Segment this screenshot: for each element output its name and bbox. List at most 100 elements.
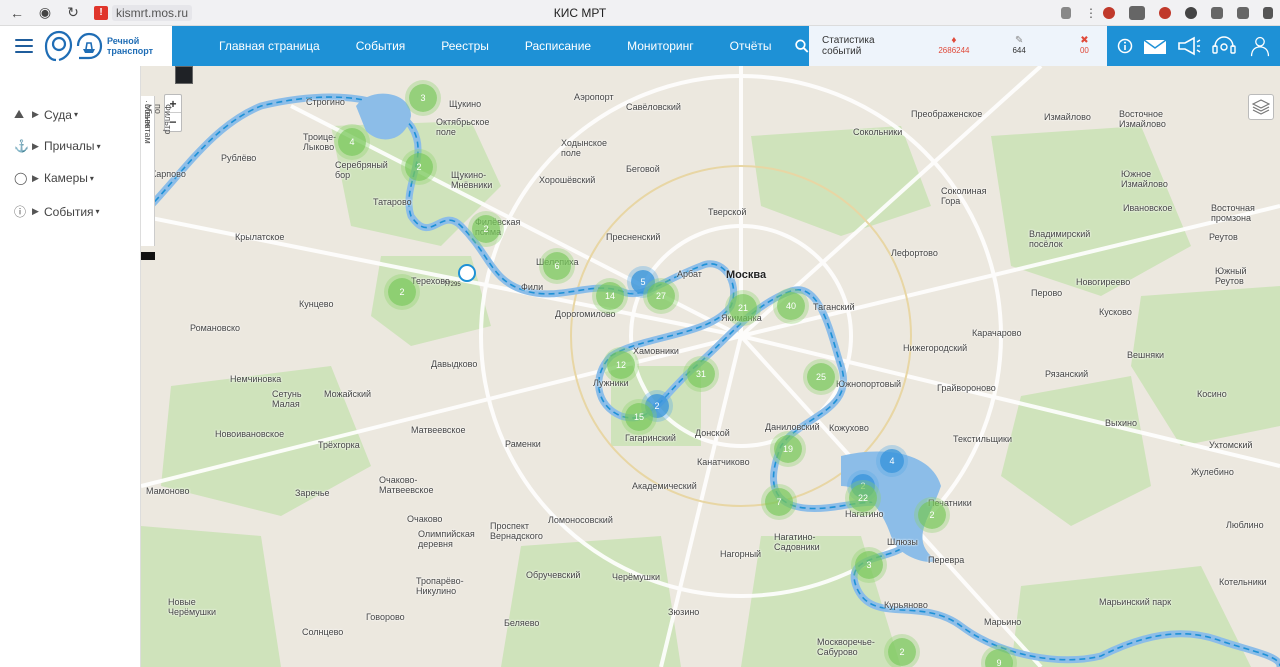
extension-icon[interactable] bbox=[1211, 7, 1223, 19]
map-label: Преображенское bbox=[911, 109, 983, 119]
vessel-cluster[interactable]: 22 bbox=[849, 484, 877, 512]
sidebar-item-label: Камеры bbox=[44, 171, 88, 185]
tab-title: КИС МРТ bbox=[553, 5, 607, 20]
menu-icon[interactable] bbox=[15, 39, 33, 53]
expand-icon[interactable]: ▶ bbox=[32, 173, 44, 184]
map-label: Академический bbox=[632, 481, 697, 491]
map-label: Нагатино-Садовники bbox=[774, 532, 820, 552]
map-label: Мамоново bbox=[146, 486, 190, 496]
vessel-cluster[interactable]: 27 bbox=[647, 282, 675, 310]
berth-marker[interactable] bbox=[458, 264, 476, 282]
logo-area: Речной транспорт bbox=[0, 26, 172, 66]
browser-toolbar: ← ◉ ↻ ! kismrt.mos.ru КИС МРТ ⋮ bbox=[0, 0, 1280, 26]
map-label: Измайлово bbox=[1044, 112, 1091, 122]
vessel-cluster[interactable]: 2 bbox=[918, 501, 946, 529]
map-label: Щукино-Мнёвники bbox=[451, 170, 493, 190]
info-icon: ⓘ bbox=[14, 205, 27, 219]
vessel-cluster[interactable]: 2 bbox=[405, 153, 433, 181]
filter-panel-tab[interactable]: Меню · Фильтр по объектам bbox=[141, 96, 173, 260]
map-label: Грайвороново bbox=[937, 383, 996, 393]
vessel-cluster[interactable]: 40 bbox=[777, 292, 805, 320]
mail-icon[interactable] bbox=[1143, 35, 1167, 57]
map-label: Сетунь Малая bbox=[272, 389, 302, 409]
map-label: Хамовники bbox=[633, 346, 679, 356]
nav-registries[interactable]: Реестры bbox=[423, 39, 507, 53]
map-view[interactable]: Аэропорт Савёловский Строгино Щукино Окт… bbox=[141, 66, 1280, 667]
map-label: Текстильщики bbox=[953, 434, 1013, 444]
layers-button[interactable] bbox=[1248, 94, 1274, 120]
vessel-cluster[interactable]: 25 bbox=[807, 363, 835, 391]
nav-reports[interactable]: Отчёты bbox=[712, 39, 790, 53]
search-icon[interactable] bbox=[794, 37, 809, 55]
map-label: Косино bbox=[1197, 389, 1227, 399]
info-icon[interactable] bbox=[1117, 35, 1133, 57]
vessel-cluster[interactable]: 2 bbox=[388, 278, 416, 306]
map-label: Троице-Лыково bbox=[303, 132, 337, 152]
nav-events[interactable]: События bbox=[338, 39, 424, 53]
operator-icon[interactable] bbox=[1211, 35, 1237, 57]
map-label: Новые Черёмушки bbox=[168, 597, 216, 617]
caret-down-icon: ▾ bbox=[89, 173, 94, 183]
map-label: Новогиреево bbox=[1076, 277, 1131, 287]
map-label: Татарово bbox=[373, 197, 412, 207]
map-label: Зюзино bbox=[668, 607, 700, 617]
vessel-cluster[interactable]: 21 bbox=[729, 294, 757, 322]
vessel-cluster[interactable]: 12 bbox=[607, 351, 635, 379]
extension-icon[interactable] bbox=[1129, 6, 1145, 20]
map-label: Черёмушки bbox=[612, 572, 660, 582]
nav-schedule[interactable]: Расписание bbox=[507, 39, 609, 53]
map-label: Шлюзы bbox=[887, 537, 918, 547]
vessel-cluster[interactable]: 3 bbox=[409, 84, 437, 112]
berth-label: 77295 bbox=[444, 282, 461, 288]
map-label: Южнопортовый bbox=[836, 379, 902, 389]
vessel-cluster[interactable]: 2 bbox=[888, 638, 916, 666]
extension-icon[interactable] bbox=[1103, 7, 1115, 19]
vessel-cluster[interactable]: 15 bbox=[625, 403, 653, 431]
filter-tab-label: Меню · Фильтр по объектам bbox=[142, 100, 173, 144]
stat-repairs[interactable]: ✖ 00 bbox=[1062, 36, 1107, 56]
map-label: Фили bbox=[521, 282, 544, 292]
vessel-cluster[interactable]: 4 bbox=[338, 128, 366, 156]
map-label: Канатчиково bbox=[697, 457, 750, 467]
sidebar-item-cameras[interactable]: ◯ ▶ Камеры ▾ bbox=[14, 171, 94, 185]
map-label: Пресненский bbox=[606, 232, 661, 242]
sidebar-item-berths[interactable]: ⚓ ▶ Причалы ▾ bbox=[14, 139, 101, 153]
map-label: Кусково bbox=[1099, 307, 1132, 317]
extension-icon[interactable] bbox=[1237, 7, 1249, 19]
vessel-cluster[interactable]: 3 bbox=[855, 551, 883, 579]
nav-home[interactable]: Главная страница bbox=[172, 39, 338, 53]
extension-icon[interactable] bbox=[1185, 7, 1197, 19]
grid-toggle-button[interactable] bbox=[175, 66, 193, 84]
vessel-cluster[interactable]: 7 bbox=[765, 488, 793, 516]
megaphone-icon[interactable] bbox=[1177, 35, 1201, 57]
map-label: Аэропорт bbox=[574, 92, 614, 102]
map-label: Трёхгорка bbox=[318, 440, 360, 450]
extension-icon[interactable] bbox=[1159, 7, 1171, 19]
vessel-cluster[interactable]: 14 bbox=[596, 282, 624, 310]
expand-icon[interactable]: ▶ bbox=[32, 206, 44, 217]
vessel-cluster[interactable]: 19 bbox=[774, 435, 802, 463]
map-label: Савёловский bbox=[626, 102, 681, 112]
stat-notifications[interactable]: ♦ 2686244 bbox=[931, 36, 976, 56]
expand-icon[interactable]: ▶ bbox=[32, 109, 44, 120]
map-label: Перово bbox=[1031, 288, 1063, 298]
stat-edits[interactable]: ✎ 644 bbox=[997, 36, 1042, 56]
map-label: Нагорный bbox=[720, 549, 762, 559]
expand-icon[interactable]: ▶ bbox=[32, 141, 44, 152]
city-label: Москва bbox=[726, 269, 767, 281]
more-icon[interactable]: ⋮ bbox=[1085, 6, 1097, 20]
nav-monitoring[interactable]: Мониторинг bbox=[609, 39, 712, 53]
vessel-cluster[interactable]: 31 bbox=[687, 360, 715, 388]
vessel-cluster[interactable]: 2 bbox=[472, 215, 500, 243]
map-label: Таганский bbox=[813, 302, 855, 312]
logo-icon[interactable] bbox=[43, 29, 105, 63]
vessel-cluster-moving[interactable]: 4 bbox=[880, 449, 904, 473]
sidebar-item-events[interactable]: ⓘ ▶ События ▾ bbox=[14, 203, 100, 220]
layers-icon bbox=[1252, 99, 1270, 115]
bookmark-icon[interactable] bbox=[1061, 7, 1071, 19]
vessel-cluster[interactable]: 6 bbox=[543, 252, 571, 280]
map-label: Карпово bbox=[151, 169, 186, 179]
user-icon[interactable] bbox=[1247, 35, 1273, 57]
sidebar-item-ships[interactable]: ⛰ ▶ Суда ▾ bbox=[14, 107, 78, 122]
downloads-icon[interactable] bbox=[1263, 7, 1273, 19]
